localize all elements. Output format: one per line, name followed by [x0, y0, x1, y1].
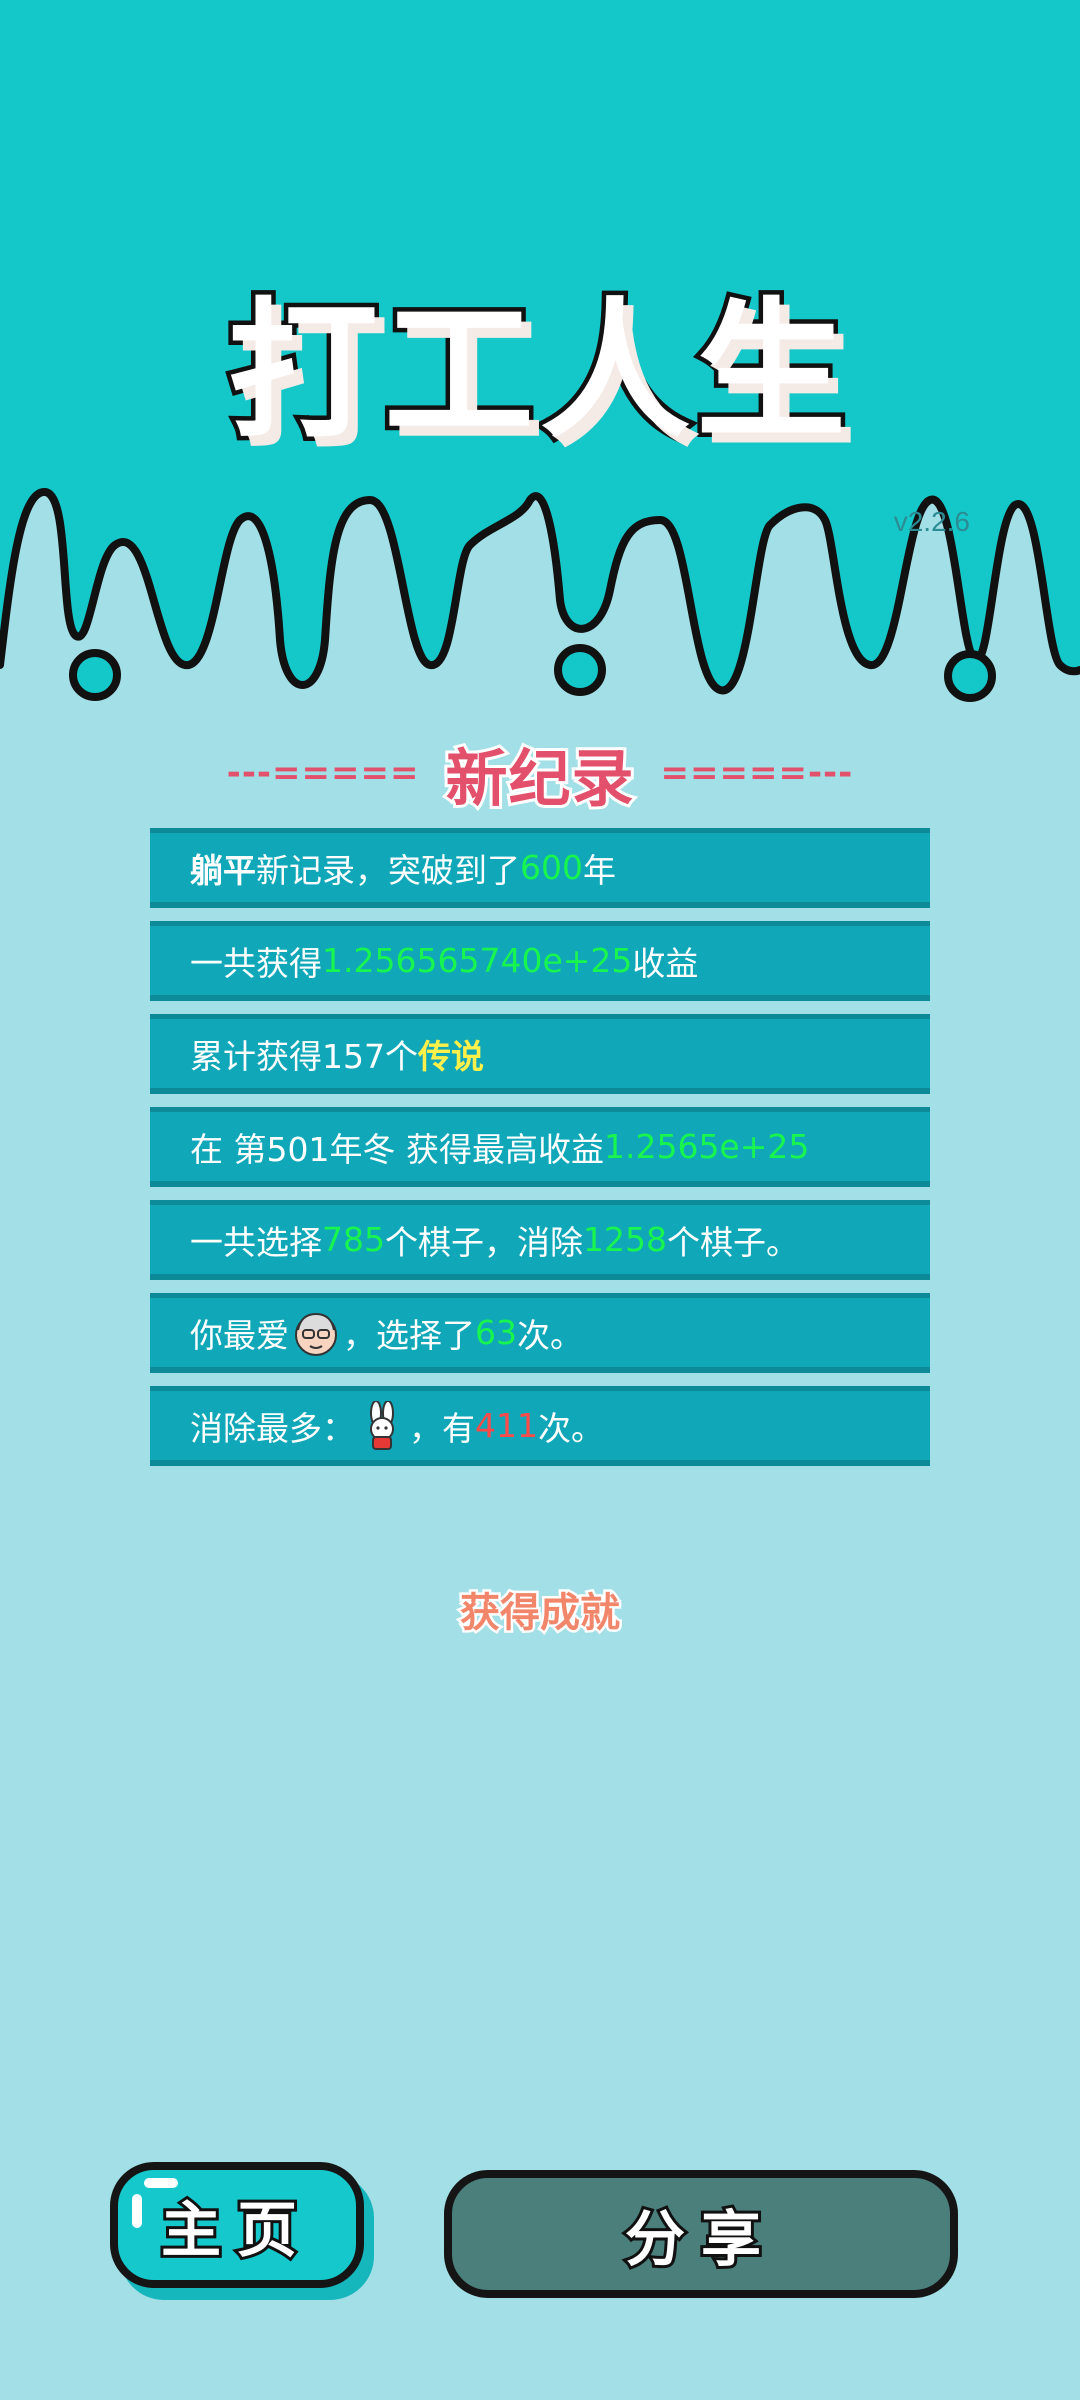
stat-highlight: 1258	[583, 1220, 667, 1259]
gloss-highlight	[144, 2178, 178, 2188]
stats-list: 躺平 新记录，突破到了 600 年一共获得 1.256565740e+25 收益 累计获得1…	[150, 828, 930, 1479]
stat-highlight: 63	[475, 1313, 517, 1352]
stat-row: 累计获得157个 传说	[150, 1014, 930, 1094]
stat-text: 收益	[632, 943, 699, 983]
share-button-label: 分享	[622, 2202, 777, 2278]
stat-highlight: 1.2565e+25	[603, 1127, 810, 1166]
stat-text: 年	[583, 850, 616, 890]
stat-row: 一共选择 785 个棋子，消除 1258 个棋子。	[150, 1200, 930, 1280]
stat-row: 你最爱 ，选择了 63 次。	[150, 1293, 930, 1373]
stat-row: 消除最多： ，有 411 次。	[150, 1386, 930, 1466]
stat-highlight: 785	[322, 1220, 385, 1259]
stat-highlight: 411	[475, 1406, 538, 1445]
achievements-link[interactable]: 获得成就	[0, 1580, 1080, 1639]
drip-dot	[554, 644, 606, 696]
stat-row: 躺平 新记录，突破到了 600 年	[150, 828, 930, 908]
stat-highlight: 1.256565740e+25	[322, 941, 633, 980]
stat-text: 你最爱	[190, 1315, 289, 1355]
stat-text: 一共获得	[190, 943, 322, 983]
stat-highlight: 600	[520, 848, 583, 887]
stat-text: 一共选择	[190, 1222, 322, 1262]
stat-row: 一共获得 1.256565740e+25 收益	[150, 921, 930, 1001]
stat-text: 在 第501年冬 获得最高收益	[190, 1129, 604, 1169]
stat-text: ，选择了	[343, 1315, 475, 1355]
version-label: v2.2.6	[893, 506, 970, 537]
share-button[interactable]: 分享	[444, 2170, 958, 2298]
stat-highlight: 躺平	[190, 850, 256, 890]
stat-text: 新记录，突破到了	[256, 850, 520, 890]
stat-text: 个棋子。	[666, 1222, 799, 1262]
old-man-face-icon	[293, 1308, 339, 1358]
home-button[interactable]: 主页	[110, 2162, 364, 2288]
drip-dot	[69, 649, 121, 701]
rabbit-icon	[359, 1399, 405, 1451]
stat-text: ，有	[409, 1408, 475, 1448]
new-record-title: 新纪录	[442, 739, 636, 818]
stat-text: 消除最多：	[190, 1408, 355, 1448]
stat-text: 个棋子，消除	[385, 1222, 583, 1262]
stat-text: 次。	[517, 1315, 583, 1355]
game-title: 打工人生	[223, 281, 852, 464]
new-record-header: ---===== 新纪录 =====---	[0, 728, 1080, 818]
drip-dot	[944, 650, 996, 702]
stat-row: 在 第501年冬 获得最高收益 1.2565e+25	[150, 1107, 930, 1187]
gloss-highlight	[132, 2194, 142, 2228]
header-deco-left: ---=====	[226, 753, 420, 793]
stat-highlight: 传说	[418, 1036, 484, 1076]
stat-text: 累计获得157个	[190, 1036, 418, 1076]
header-deco-right: =====---	[660, 753, 854, 793]
home-button-label: 主页	[158, 2193, 313, 2269]
stat-text: 次。	[538, 1408, 604, 1448]
